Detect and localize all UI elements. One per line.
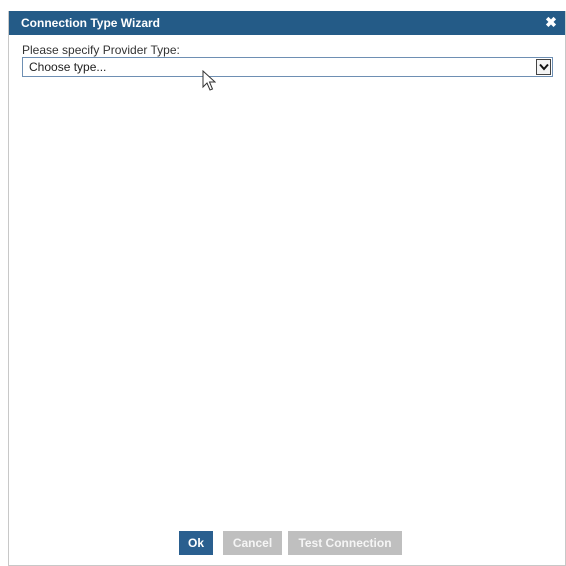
dialog-title: Connection Type Wizard — [21, 16, 161, 30]
provider-type-selected-value: Choose type... — [29, 60, 107, 74]
chevron-down-icon[interactable] — [536, 59, 551, 75]
connection-type-wizard-dialog: Connection Type Wizard ✖ Please specify … — [8, 11, 566, 566]
dialog-titlebar: Connection Type Wizard ✖ — [9, 11, 565, 35]
test-connection-button[interactable]: Test Connection — [288, 531, 402, 555]
provider-type-select[interactable]: Choose type... — [22, 57, 553, 77]
close-icon[interactable]: ✖ — [544, 14, 558, 30]
ok-button[interactable]: Ok — [179, 531, 213, 555]
dialog-button-bar: Ok Cancel Test Connection — [9, 531, 565, 555]
mouse-pointer-icon — [202, 69, 217, 97]
cancel-button[interactable]: Cancel — [223, 531, 282, 555]
provider-type-label: Please specify Provider Type: — [22, 43, 180, 57]
